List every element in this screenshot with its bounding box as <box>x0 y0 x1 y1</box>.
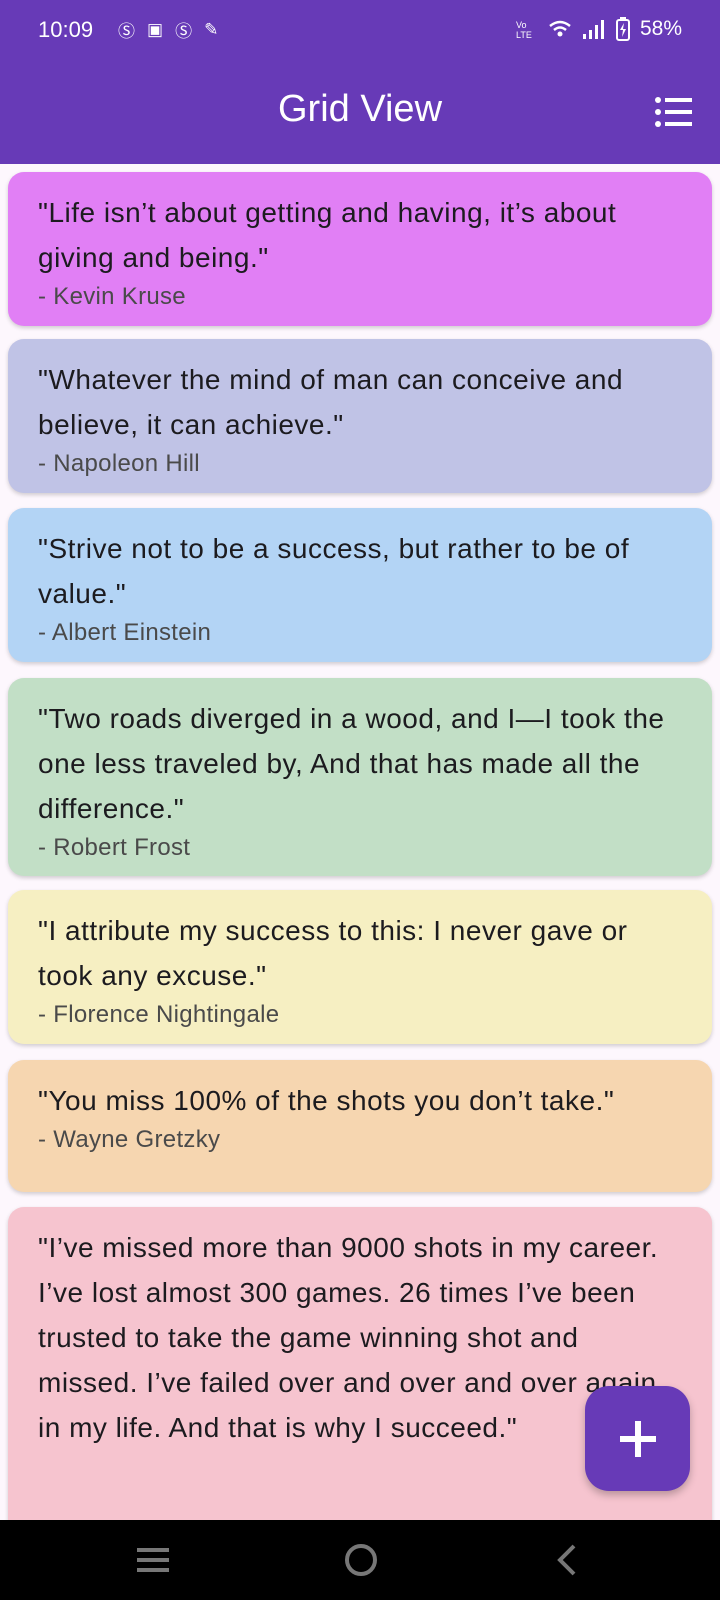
s-icon: Ⓢ <box>175 22 193 41</box>
quote-card[interactable]: "Life isn’t about getting and having, it… <box>8 172 712 326</box>
list-view-icon[interactable] <box>654 96 692 128</box>
quote-card[interactable]: "You miss 100% of the shots you don’t ta… <box>8 1060 712 1192</box>
menu-icon[interactable] <box>133 1540 173 1580</box>
home-icon[interactable] <box>341 1540 381 1580</box>
gallery-icon: ▣ <box>147 19 164 39</box>
quote-text: "Life isn’t about getting and having, it… <box>38 197 617 273</box>
app-bar: Grid View <box>0 62 720 164</box>
signal-icon <box>582 20 604 39</box>
system-nav-bar <box>0 1520 720 1600</box>
plus-icon <box>619 1420 656 1457</box>
quote-card[interactable]: "Strive not to be a success, but rather … <box>8 508 712 662</box>
quote-author: - Napoleon Hill <box>38 450 200 477</box>
add-quote-button[interactable] <box>585 1386 690 1491</box>
quote-card[interactable]: "Whatever the mind of man can conceive a… <box>8 339 712 493</box>
svg-text:LTE: LTE <box>516 30 532 40</box>
volte-icon: VoLTE <box>516 20 532 40</box>
quote-text: "Two roads diverged in a wood, and I—I t… <box>38 703 665 824</box>
edit-icon: ✎ <box>204 19 219 39</box>
quote-card[interactable]: "Two roads diverged in a wood, and I—I t… <box>8 678 712 876</box>
battery-icon <box>615 17 630 41</box>
quote-text: "Strive not to be a success, but rather … <box>38 533 630 609</box>
quote-author: - Florence Nightingale <box>38 1001 280 1028</box>
page-title: Grid View <box>277 88 443 130</box>
quote-author: - Wayne Gretzky <box>38 1126 221 1153</box>
quote-text: "I attribute my success to this: I never… <box>38 915 628 991</box>
battery-percent: 58% <box>639 17 682 40</box>
wifi-icon <box>549 20 571 37</box>
back-icon[interactable] <box>548 1540 588 1580</box>
quote-author: - Albert Einstein <box>38 619 212 646</box>
quote-list[interactable]: "Life isn’t about getting and having, it… <box>0 164 720 1520</box>
svg-text:Vo: Vo <box>516 20 527 30</box>
status-bar: 10:09 Ⓢ ▣ Ⓢ ✎ Vo LTE 58% <box>0 0 720 62</box>
status-time: 10:09 <box>38 17 94 42</box>
quote-text: "Whatever the mind of man can conceive a… <box>38 364 624 440</box>
quote-card[interactable]: "I attribute my success to this: I never… <box>8 890 712 1044</box>
s-icon: Ⓢ <box>118 22 135 41</box>
quote-author: - Kevin Kruse <box>38 283 186 310</box>
quote-text: "You miss 100% of the shots you don’t ta… <box>38 1085 615 1116</box>
quote-author: - Robert Frost <box>38 834 191 861</box>
